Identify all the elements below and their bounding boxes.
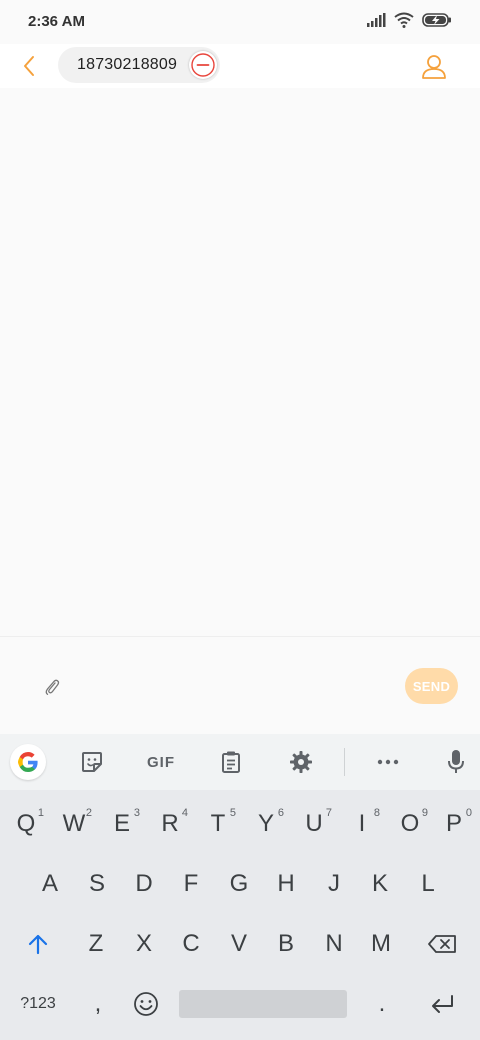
conversation-area: [0, 88, 480, 636]
key-k[interactable]: K: [356, 858, 404, 910]
message-header: 18730218809: [0, 44, 480, 88]
recipient-number: 18730218809: [77, 56, 178, 73]
sticker-icon: [82, 752, 102, 772]
google-button[interactable]: [8, 742, 48, 782]
key-w[interactable]: W2: [50, 798, 98, 850]
enter-icon: [432, 995, 453, 1013]
key-d[interactable]: D: [120, 858, 168, 910]
keyboard-toolbar: GIF: [0, 734, 480, 790]
chevron-left-icon: [24, 56, 34, 76]
key-p[interactable]: P0: [430, 798, 478, 850]
key-t[interactable]: T5: [194, 798, 242, 850]
key-b[interactable]: B: [262, 918, 310, 970]
key-z[interactable]: Z: [72, 918, 120, 970]
status-time: 2:36 AM: [28, 13, 85, 30]
key-g[interactable]: G: [215, 858, 263, 910]
comma-key[interactable]: ,: [74, 978, 122, 1030]
enter-key[interactable]: [410, 978, 474, 1030]
key-v[interactable]: V: [215, 918, 263, 970]
backspace-icon: [428, 935, 456, 953]
more-icon: [377, 759, 399, 765]
toolbar-divider: [344, 748, 345, 776]
battery-charging-icon: [422, 13, 451, 27]
message-input[interactable]: [74, 669, 394, 703]
remove-recipient-button[interactable]: [189, 51, 217, 79]
gear-icon: [290, 751, 312, 773]
key-s[interactable]: S: [73, 858, 121, 910]
sticker-button[interactable]: [72, 742, 112, 782]
key-u[interactable]: U7: [290, 798, 338, 850]
key-q[interactable]: Q1: [2, 798, 50, 850]
voice-input-button[interactable]: [436, 742, 476, 782]
clipboard-button[interactable]: [211, 742, 251, 782]
gif-button[interactable]: GIF: [141, 742, 181, 782]
gif-label: GIF: [147, 753, 175, 771]
key-h[interactable]: H: [262, 858, 310, 910]
more-button[interactable]: [368, 742, 408, 782]
wifi-icon: [394, 12, 414, 28]
settings-button[interactable]: [281, 742, 321, 782]
attach-button[interactable]: [40, 675, 64, 699]
symbols-key[interactable]: ?123: [6, 978, 70, 1030]
key-m[interactable]: M: [357, 918, 405, 970]
keyboard: Q1 W2 E3 R4 T5 Y6 U7 I8 O9 P0 A S D F G …: [0, 790, 480, 1040]
contact-button[interactable]: [418, 50, 450, 82]
key-i[interactable]: I8: [338, 798, 386, 850]
key-l[interactable]: L: [404, 858, 452, 910]
paperclip-icon: [45, 679, 60, 695]
key-f[interactable]: F: [167, 858, 215, 910]
key-c[interactable]: C: [167, 918, 215, 970]
shift-arrow-icon: [28, 934, 48, 955]
space-key[interactable]: [179, 990, 347, 1018]
shift-key[interactable]: [6, 918, 70, 970]
clipboard-icon: [222, 751, 240, 773]
key-n[interactable]: N: [310, 918, 358, 970]
key-j[interactable]: J: [310, 858, 358, 910]
key-o[interactable]: O9: [386, 798, 434, 850]
minus-circle-icon: [191, 53, 215, 77]
send-button[interactable]: SEND: [405, 668, 458, 704]
key-a[interactable]: A: [26, 858, 74, 910]
google-icon: [10, 744, 46, 780]
period-key[interactable]: .: [358, 978, 406, 1030]
mic-icon: [448, 750, 464, 773]
signal-icon: [367, 13, 386, 27]
key-e[interactable]: E3: [98, 798, 146, 850]
key-y[interactable]: Y6: [242, 798, 290, 850]
emoji-icon: [134, 992, 158, 1016]
status-bar: 2:36 AM: [0, 0, 480, 44]
recipient-chip[interactable]: 18730218809: [58, 47, 220, 83]
backspace-key[interactable]: [410, 918, 474, 970]
back-button[interactable]: [14, 50, 44, 82]
key-x[interactable]: X: [120, 918, 168, 970]
status-icons: [366, 12, 452, 28]
emoji-key[interactable]: [122, 978, 170, 1030]
composer-bar: SEND: [0, 636, 480, 734]
person-icon: [422, 55, 446, 79]
key-r[interactable]: R4: [146, 798, 194, 850]
